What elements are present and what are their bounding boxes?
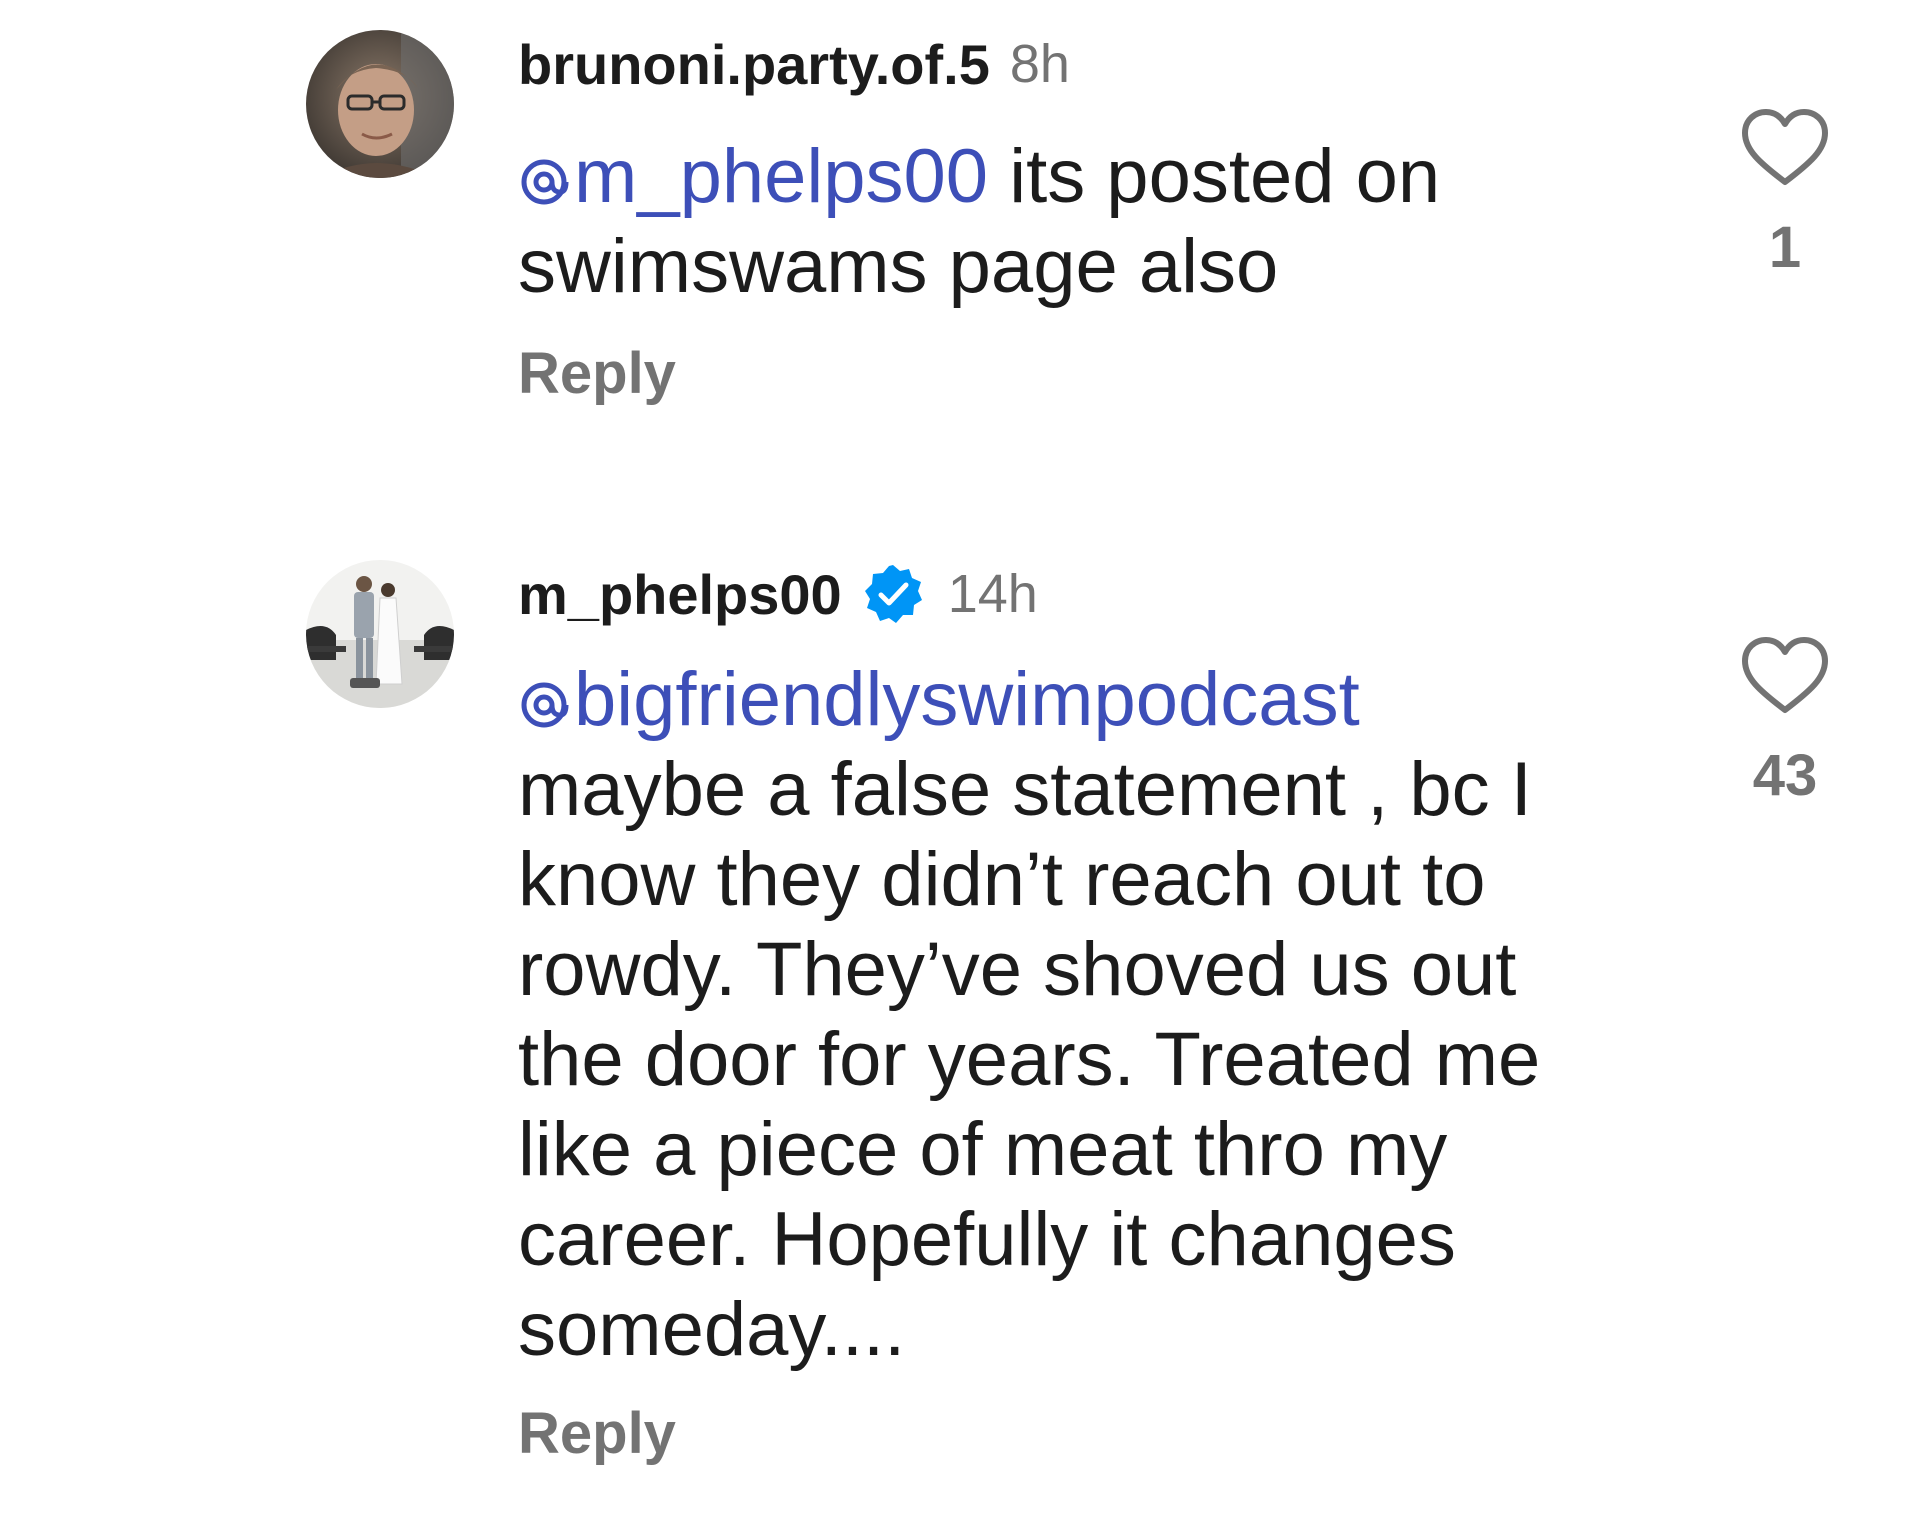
like-count: 43 (1752, 743, 1818, 808)
comment-text: m_phelps00 its posted on swimswams page … (518, 132, 1648, 312)
avatar[interactable] (306, 30, 454, 178)
comment-item: brunoni.party.of.5 8h m_phelps00 its pos… (0, 0, 1920, 460)
timestamp: 8h (1009, 34, 1070, 94)
comment-header: m_phelps00 14h (518, 558, 1038, 630)
mention-link[interactable]: bigfriendlyswimpodcast (518, 657, 1360, 742)
heart-outline-icon[interactable] (1740, 108, 1830, 188)
reply-button[interactable]: Reply (518, 340, 676, 407)
at-sign-icon (518, 675, 570, 731)
comment-header: brunoni.party.of.5 8h (518, 28, 1070, 100)
comment-body-text: maybe a false statement , bc I know they… (518, 747, 1541, 1372)
like-column: 43 (1730, 636, 1840, 809)
profile-photo-icon (306, 560, 454, 708)
at-sign-icon (518, 152, 570, 208)
timestamp: 14h (947, 564, 1038, 624)
heart-outline-icon[interactable] (1740, 636, 1830, 716)
profile-photo-icon (306, 30, 454, 178)
avatar[interactable] (306, 560, 454, 708)
reply-button[interactable]: Reply (518, 1400, 676, 1467)
username-link[interactable]: m_phelps00 (518, 562, 842, 627)
like-column: 1 (1730, 108, 1840, 281)
mention-username: bigfriendlyswimpodcast (574, 657, 1360, 742)
like-count: 1 (1768, 215, 1802, 280)
username-link[interactable]: brunoni.party.of.5 (518, 32, 990, 97)
mention-link[interactable]: m_phelps00 (518, 134, 988, 219)
comment-text: bigfriendlyswimpodcast maybe a false sta… (518, 655, 1648, 1375)
comment-item: m_phelps00 14h bigfriendlyswimpodcast ma… (0, 540, 1920, 1526)
mention-username: m_phelps00 (574, 134, 989, 219)
verified-badge-icon (862, 563, 924, 625)
